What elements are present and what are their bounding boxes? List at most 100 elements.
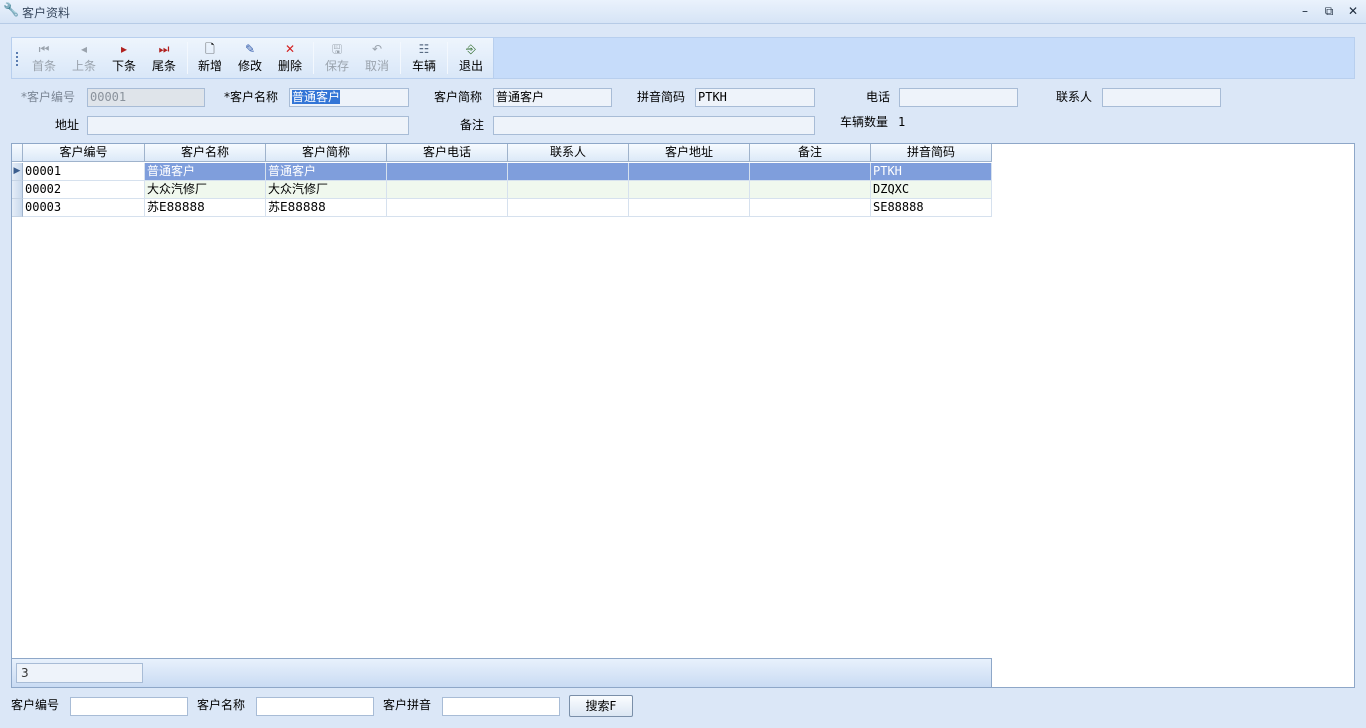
search-name-input[interactable] xyxy=(256,697,374,716)
cell-short[interactable]: 苏E88888 xyxy=(266,199,387,217)
address-field[interactable] xyxy=(87,116,409,135)
next-record-button[interactable]: ▸ 下条 xyxy=(105,40,143,76)
search-code-input[interactable] xyxy=(70,697,188,716)
column-header-pinyin[interactable]: 拼音简码 xyxy=(871,144,992,162)
record-count: 3 xyxy=(16,663,143,683)
contact-label: 联系人 xyxy=(1056,90,1093,104)
window-title: 客户资料 xyxy=(22,6,71,20)
edit-button[interactable]: ✎ 修改 xyxy=(231,40,269,76)
customer-name-field[interactable]: 普通客户 xyxy=(289,88,409,107)
column-header-remark[interactable]: 备注 xyxy=(750,144,871,162)
customer-name-label: *客户名称 xyxy=(224,90,279,104)
table-row[interactable]: 00003 苏E88888 苏E88888 SE88888 xyxy=(12,199,992,217)
next-icon: ▸ xyxy=(120,42,128,56)
vehicle-count-label: 车辆数量 xyxy=(840,115,889,129)
customer-short-field[interactable]: 普通客户 xyxy=(493,88,612,107)
cell-phone[interactable] xyxy=(387,181,508,199)
restore-button[interactable]: ⧉ xyxy=(1318,2,1340,20)
cell-code[interactable]: 00003 xyxy=(23,199,145,217)
skip-last-icon: ⏭ xyxy=(158,42,170,56)
cell-address[interactable] xyxy=(629,181,750,199)
cell-name[interactable]: 苏E88888 xyxy=(145,199,266,217)
title-bar: 🔧 客户资料 – ⧉ ✕ xyxy=(0,0,1366,24)
table-row[interactable]: 00002 大众汽修厂 大众汽修厂 DZQXC xyxy=(12,181,992,199)
cancel-button[interactable]: ↶ 取消 xyxy=(358,40,396,76)
new-document-icon: 🗋 xyxy=(205,42,215,56)
delete-button[interactable]: ✕ 删除 xyxy=(271,40,309,76)
cell-name[interactable]: 大众汽修厂 xyxy=(145,181,266,199)
column-header-code[interactable]: 客户编号 xyxy=(23,144,145,162)
remark-field[interactable] xyxy=(493,116,815,135)
save-button[interactable]: 🖫 保存 xyxy=(318,40,356,76)
cell-pinyin[interactable]: SE88888 xyxy=(871,199,992,217)
column-header-name[interactable]: 客户名称 xyxy=(145,144,266,162)
undo-icon: ↶ xyxy=(371,42,383,56)
column-header-address[interactable]: 客户地址 xyxy=(629,144,750,162)
cell-remark[interactable] xyxy=(750,163,871,181)
wrench-icon: 🔧 xyxy=(3,3,20,18)
cell-remark[interactable] xyxy=(750,181,871,199)
cell-address[interactable] xyxy=(629,199,750,217)
toolbar-separator xyxy=(313,42,314,74)
cell-pinyin[interactable]: PTKH xyxy=(871,163,992,181)
cell-name[interactable]: 普通客户 xyxy=(145,163,266,181)
customer-short-label: 客户简称 xyxy=(434,90,483,104)
column-header-phone[interactable]: 客户电话 xyxy=(387,144,508,162)
exit-door-icon: ⎆ xyxy=(466,42,476,56)
last-record-button[interactable]: ⏭ 尾条 xyxy=(145,40,183,76)
close-button[interactable]: ✕ xyxy=(1342,2,1364,20)
first-record-button[interactable]: ⏮ 首条 xyxy=(25,40,63,76)
vehicle-list-icon: ☷ xyxy=(418,42,430,56)
cell-short[interactable]: 普通客户 xyxy=(266,163,387,181)
edit-icon: ✎ xyxy=(244,42,256,56)
grid-footer: 3 xyxy=(12,658,992,687)
delete-icon: ✕ xyxy=(284,42,296,56)
cell-remark[interactable] xyxy=(750,199,871,217)
save-icon: 🖫 xyxy=(331,42,343,56)
prev-record-button[interactable]: ◂ 上条 xyxy=(65,40,103,76)
toolbar: ⏮ 首条 ◂ 上条 ▸ 下条 ⏭ 尾条 🗋 新增 ✎ 修改 ✕ 删除 🖫 保存 … xyxy=(11,37,1355,79)
row-indicator xyxy=(12,199,23,217)
toolbar-grip[interactable] xyxy=(16,52,19,66)
cell-contact[interactable] xyxy=(508,181,629,199)
table-row[interactable]: ▶ 00001 普通客户 普通客户 PTKH xyxy=(12,163,992,181)
phone-field[interactable] xyxy=(899,88,1018,107)
customer-code-field[interactable]: 00001 xyxy=(87,88,205,107)
add-button[interactable]: 🗋 新增 xyxy=(191,40,229,76)
row-indicator xyxy=(12,181,23,199)
minimize-button[interactable]: – xyxy=(1294,2,1316,20)
search-code-label: 客户编号 xyxy=(11,698,60,712)
vehicle-count-value: 1 xyxy=(898,115,906,129)
remark-label: 备注 xyxy=(460,118,485,132)
cell-short[interactable]: 大众汽修厂 xyxy=(266,181,387,199)
customer-grid-area: 客户编号 客户名称 客户简称 客户电话 联系人 客户地址 备注 拼音简码 ▶ 0… xyxy=(11,143,1355,688)
cell-code[interactable]: 00001 xyxy=(23,163,145,181)
exit-button[interactable]: ⎆ 退出 xyxy=(452,40,490,76)
toolbar-separator xyxy=(187,42,188,74)
cell-address[interactable] xyxy=(629,163,750,181)
customer-code-label: *客户编号 xyxy=(21,90,76,104)
toolbar-separator xyxy=(400,42,401,74)
address-label: 地址 xyxy=(55,118,80,132)
phone-label: 电话 xyxy=(866,90,891,104)
search-name-label: 客户名称 xyxy=(197,698,246,712)
pinyin-code-label: 拼音简码 xyxy=(637,90,686,104)
column-header-contact[interactable]: 联系人 xyxy=(508,144,629,162)
cell-phone[interactable] xyxy=(387,163,508,181)
column-header-short[interactable]: 客户简称 xyxy=(266,144,387,162)
vehicle-button[interactable]: ☷ 车辆 xyxy=(405,40,443,76)
pinyin-code-field[interactable]: PTKH xyxy=(695,88,815,107)
prev-icon: ◂ xyxy=(80,42,88,56)
cell-pinyin[interactable]: DZQXC xyxy=(871,181,992,199)
row-pointer-icon: ▶ xyxy=(12,163,23,181)
cell-contact[interactable] xyxy=(508,163,629,181)
toolbar-separator xyxy=(447,42,448,74)
cell-code[interactable]: 00002 xyxy=(23,181,145,199)
cell-phone[interactable] xyxy=(387,199,508,217)
search-pinyin-input[interactable] xyxy=(442,697,560,716)
search-button[interactable]: 搜索F xyxy=(569,695,633,717)
customer-name-value: 普通客户 xyxy=(292,90,341,104)
grid-corner xyxy=(12,144,23,162)
contact-field[interactable] xyxy=(1102,88,1221,107)
cell-contact[interactable] xyxy=(508,199,629,217)
